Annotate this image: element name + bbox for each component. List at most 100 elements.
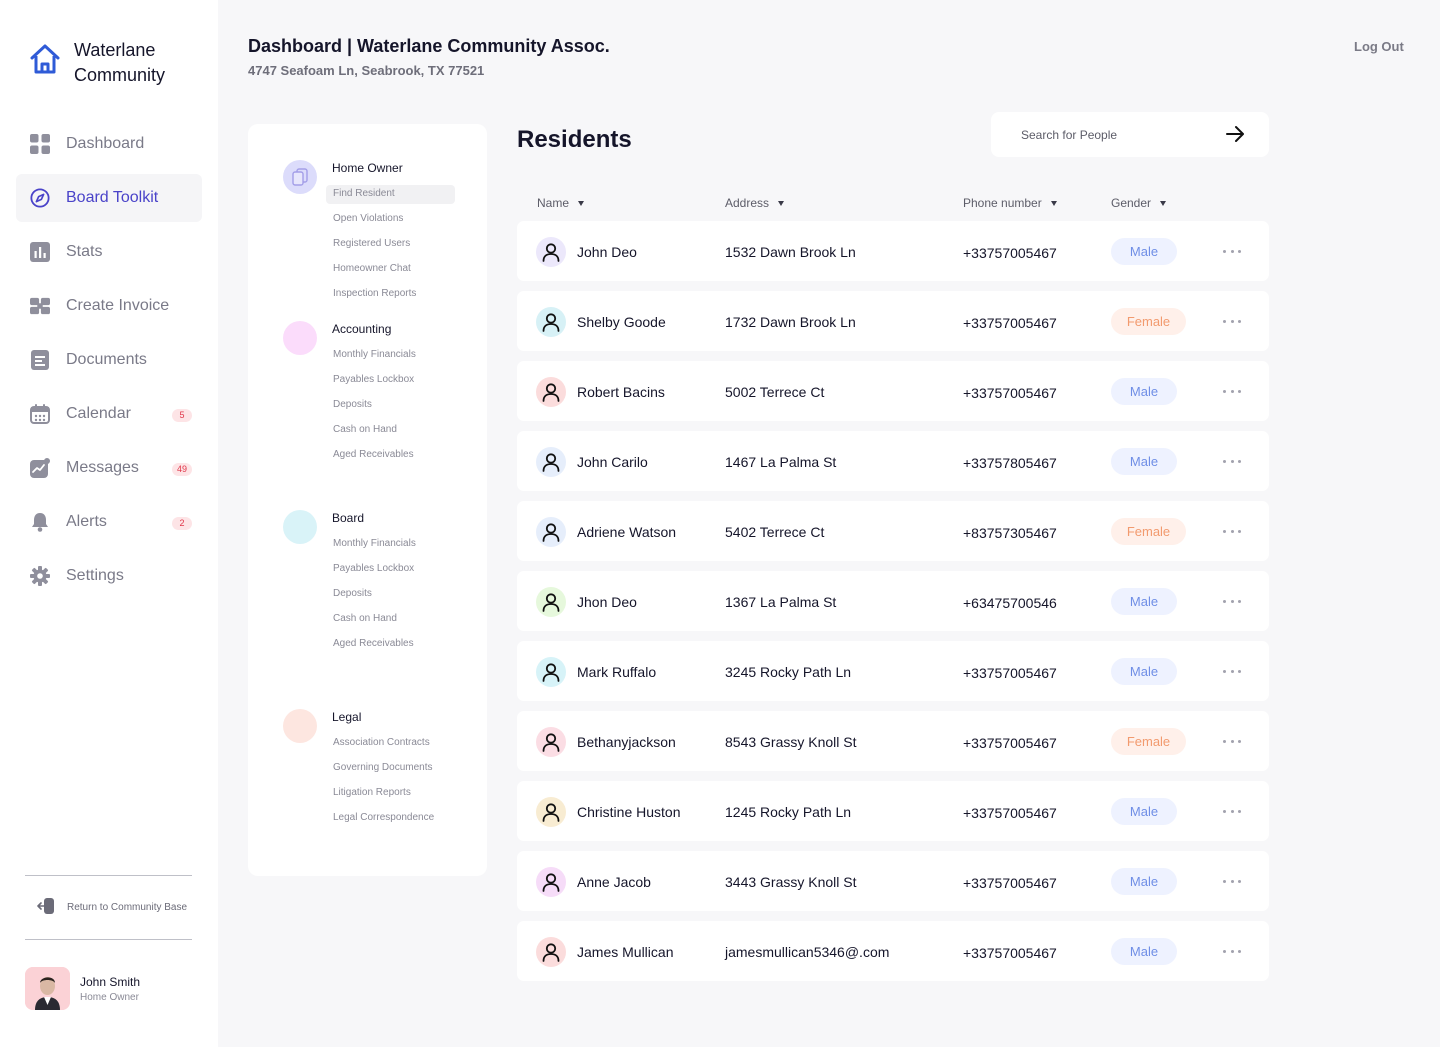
table-row[interactable]: Christine Huston 1245 Rocky Path Ln +337… [517, 781, 1269, 841]
table-row[interactable]: Shelby Goode 1732 Dawn Brook Ln +3375700… [517, 291, 1269, 351]
toolkit-link[interactable]: Registered Users [326, 235, 455, 260]
gender-badge: Male [1111, 868, 1177, 895]
user-profile[interactable]: John Smith Home Owner [25, 967, 140, 1010]
page-title: Dashboard | Waterlane Community Assoc. [248, 36, 610, 56]
toolkit-group-list: Find Resident Open Violations Registered U… [326, 185, 455, 310]
toolkit-link[interactable]: Litigation Reports [326, 784, 455, 809]
table-row[interactable]: James Mullican jamesmullican5346@.com +3… [517, 921, 1269, 981]
toolkit-link[interactable]: Homeowner Chat [326, 260, 455, 285]
person-icon [536, 307, 566, 337]
table-row[interactable]: Adriene Watson 5402 Terrece Ct +83757305… [517, 501, 1269, 561]
sidebar-item-messages[interactable]: Messages 49 [16, 444, 202, 492]
resident-address: 8543 Grassy Knoll St [725, 734, 857, 750]
table-row[interactable]: John Carilo 1467 La Palma St +3375780546… [517, 431, 1269, 491]
resident-address: 3245 Rocky Path Ln [725, 664, 852, 680]
sidebar-item-label: Create Invoice [66, 297, 170, 314]
sidebar: Waterlane Community Dashboard Board Tool… [0, 0, 218, 1047]
toolkit-link[interactable]: Deposits [326, 396, 455, 421]
toolkit-group-title: Board [332, 511, 365, 525]
gender-badge: Male [1111, 378, 1177, 405]
resident-name: Anne Jacob [577, 874, 651, 890]
more-options-icon[interactable] [1223, 873, 1241, 889]
table-row[interactable]: Jhon Deo 1367 La Palma St +63475700546 M… [517, 571, 1269, 631]
toolkit-link[interactable]: Monthly Financials [326, 535, 455, 560]
group-circle-icon [283, 510, 317, 544]
divider [25, 875, 192, 876]
toolkit-group-list: Association Contracts Governing Documents… [326, 734, 455, 834]
brand[interactable]: Waterlane Community [28, 38, 184, 88]
toolkit-link[interactable]: Cash on Hand [326, 610, 455, 635]
column-header-name[interactable]: Name [537, 196, 585, 210]
more-options-icon[interactable] [1223, 593, 1241, 609]
more-options-icon[interactable] [1223, 383, 1241, 399]
toolkit-link[interactable]: Aged Receivables [326, 446, 455, 471]
toolkit-link[interactable]: Governing Documents [326, 759, 455, 784]
avatar [25, 967, 70, 1010]
gender-badge: Male [1111, 448, 1177, 475]
table-row[interactable]: Mark Ruffalo 3245 Rocky Path Ln +3375700… [517, 641, 1269, 701]
person-icon [536, 517, 566, 547]
toolkit-link[interactable]: Association Contracts [326, 734, 455, 759]
table-row[interactable]: John Deo 1532 Dawn Brook Ln +33757005467… [517, 221, 1269, 281]
toolkit-link[interactable]: Open Violations [326, 210, 455, 235]
more-options-icon[interactable] [1223, 803, 1241, 819]
table-row[interactable]: Robert Bacins 5002 Terrece Ct +337570054… [517, 361, 1269, 421]
resident-name: James Mullican [577, 944, 674, 960]
column-header-phone[interactable]: Phone number [963, 196, 1057, 210]
toolkit-link[interactable]: Deposits [326, 585, 455, 610]
toolkit-link[interactable]: Legal Correspondence [326, 809, 455, 834]
more-options-icon[interactable] [1223, 663, 1241, 679]
trend-chat-icon [30, 458, 50, 478]
logout-button[interactable]: Log Out [1354, 39, 1404, 54]
sidebar-item-board-toolkit[interactable]: Board Toolkit [16, 174, 202, 222]
resident-name: Adriene Watson [577, 524, 677, 540]
sidebar-item-label: Documents [66, 351, 147, 368]
sidebar-item-dashboard[interactable]: Dashboard [16, 120, 202, 168]
more-options-icon[interactable] [1223, 733, 1241, 749]
gender-badge: Female [1111, 728, 1186, 755]
more-options-icon[interactable] [1223, 943, 1241, 959]
sidebar-item-alerts[interactable]: Alerts 2 [16, 498, 202, 546]
arrow-right-icon[interactable] [1225, 124, 1245, 149]
table-row[interactable]: Anne Jacob 3443 Grassy Knoll St +3375700… [517, 851, 1269, 911]
toolkit-link[interactable]: Payables Lockbox [326, 371, 455, 396]
sidebar-item-label: Calendar [66, 405, 131, 422]
table-row[interactable]: Bethanyjackson 8543 Grassy Knoll St +337… [517, 711, 1269, 771]
group-circle-icon [283, 709, 317, 743]
resident-name: Christine Huston [577, 804, 681, 820]
column-label: Gender [1111, 196, 1152, 210]
resident-name: John Carilo [577, 454, 648, 470]
resident-name: Bethanyjackson [577, 734, 676, 750]
more-options-icon[interactable] [1223, 313, 1241, 329]
resident-phone: +33757805467 [963, 455, 1057, 471]
toolkit-group-title: Home Owner [332, 161, 403, 175]
column-label: Phone number [963, 196, 1042, 210]
column-header-gender[interactable]: Gender [1111, 196, 1167, 210]
sort-caret-icon [578, 200, 585, 206]
toolkit-link[interactable]: Find Resident [326, 185, 455, 204]
sidebar-item-settings[interactable]: Settings [16, 552, 202, 600]
sidebar-item-create-invoice[interactable]: Create Invoice [16, 282, 202, 330]
search-input[interactable] [1021, 127, 1211, 142]
sidebar-item-calendar[interactable]: Calendar 5 [16, 390, 202, 438]
gender-badge: Male [1111, 938, 1177, 965]
resident-name: Shelby Goode [577, 314, 666, 330]
gear-icon [30, 566, 50, 586]
sidebar-item-label: Settings [66, 567, 124, 584]
toolkit-link[interactable]: Payables Lockbox [326, 560, 455, 585]
sidebar-item-stats[interactable]: Stats [16, 228, 202, 276]
return-to-community-button[interactable]: Return to Community Base [25, 897, 187, 918]
more-options-icon[interactable] [1223, 523, 1241, 539]
person-icon [536, 797, 566, 827]
more-options-icon[interactable] [1223, 453, 1241, 469]
toolkit-link[interactable]: Cash on Hand [326, 421, 455, 446]
count-badge: 2 [172, 517, 192, 530]
sidebar-item-documents[interactable]: Documents [16, 336, 202, 384]
resident-name: John Deo [577, 244, 637, 260]
toolkit-link[interactable]: Monthly Financials [326, 346, 455, 371]
resident-phone: +33757005467 [963, 245, 1057, 261]
toolkit-link[interactable]: Inspection Reports [326, 285, 455, 310]
more-options-icon[interactable] [1223, 243, 1241, 259]
column-header-address[interactable]: Address [725, 196, 785, 210]
toolkit-link[interactable]: Aged Receivables [326, 635, 455, 660]
